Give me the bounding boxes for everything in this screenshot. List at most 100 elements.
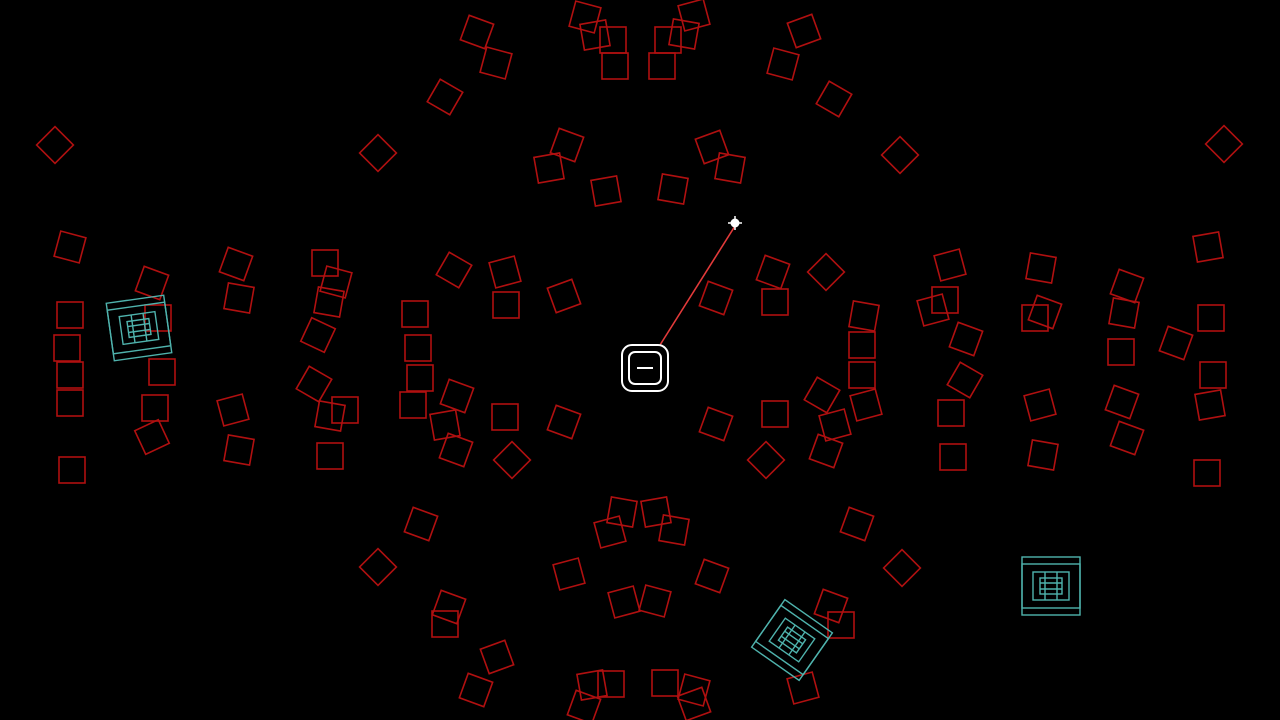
red-block bbox=[640, 496, 672, 528]
red-block bbox=[133, 418, 171, 456]
red-block bbox=[593, 515, 627, 549]
red-block bbox=[948, 321, 984, 357]
red-block bbox=[492, 440, 532, 480]
red-block bbox=[657, 173, 689, 205]
red-block bbox=[761, 400, 789, 428]
red-block bbox=[803, 376, 841, 414]
red-block bbox=[698, 406, 734, 442]
red-block bbox=[1027, 294, 1063, 330]
red-block bbox=[479, 639, 515, 675]
red-block bbox=[1204, 124, 1244, 164]
red-block bbox=[35, 125, 75, 165]
red-block bbox=[568, 0, 602, 34]
red-block bbox=[931, 286, 959, 314]
red-block bbox=[606, 496, 638, 528]
crosshair-icon bbox=[728, 216, 742, 230]
red-block bbox=[53, 334, 81, 362]
red-block bbox=[295, 365, 333, 403]
red-block bbox=[426, 78, 464, 116]
red-block bbox=[597, 670, 625, 698]
red-block bbox=[458, 672, 494, 708]
red-block bbox=[668, 18, 700, 50]
red-block bbox=[316, 442, 344, 470]
red-block bbox=[815, 80, 853, 118]
red-block bbox=[314, 400, 346, 432]
red-block bbox=[491, 403, 519, 431]
player-ship-icon bbox=[621, 344, 669, 392]
red-block bbox=[714, 152, 746, 184]
red-block bbox=[358, 547, 398, 587]
red-block bbox=[648, 52, 676, 80]
red-block bbox=[431, 610, 459, 638]
red-block bbox=[403, 506, 439, 542]
red-block bbox=[755, 254, 791, 290]
red-block bbox=[933, 248, 967, 282]
red-block bbox=[916, 293, 950, 327]
red-block bbox=[223, 434, 255, 466]
red-block bbox=[658, 514, 690, 546]
red-block bbox=[839, 506, 875, 542]
red-block bbox=[313, 286, 345, 318]
red-block bbox=[53, 230, 87, 264]
red-block bbox=[880, 135, 920, 175]
red-block bbox=[459, 14, 495, 50]
red-block bbox=[546, 404, 582, 440]
red-block bbox=[786, 13, 822, 49]
red-block bbox=[1107, 338, 1135, 366]
red-block bbox=[148, 358, 176, 386]
red-block bbox=[761, 288, 789, 316]
red-block bbox=[439, 378, 475, 414]
red-block bbox=[698, 280, 734, 316]
red-block bbox=[1025, 252, 1057, 284]
red-block bbox=[1194, 389, 1226, 421]
red-block bbox=[1197, 304, 1225, 332]
red-block bbox=[882, 548, 922, 588]
crate-icon bbox=[1021, 556, 1081, 616]
crate-icon bbox=[750, 598, 834, 682]
red-block bbox=[406, 364, 434, 392]
red-block bbox=[218, 246, 254, 282]
red-block-field bbox=[35, 0, 1244, 720]
red-block bbox=[141, 394, 169, 422]
red-block bbox=[651, 669, 679, 697]
red-block bbox=[549, 127, 585, 163]
red-block bbox=[813, 588, 849, 624]
red-block bbox=[1193, 459, 1221, 487]
red-block bbox=[58, 456, 86, 484]
red-block bbox=[566, 689, 602, 720]
red-block bbox=[56, 361, 84, 389]
red-block bbox=[599, 26, 627, 54]
red-block bbox=[849, 388, 883, 422]
red-block bbox=[946, 361, 984, 399]
red-block bbox=[766, 47, 800, 81]
red-block bbox=[319, 265, 353, 299]
red-block bbox=[1158, 325, 1194, 361]
red-block bbox=[638, 584, 672, 618]
red-block bbox=[546, 278, 582, 314]
red-block bbox=[399, 391, 427, 419]
red-block bbox=[1109, 420, 1145, 456]
enemy-group bbox=[105, 294, 1081, 682]
red-block bbox=[533, 152, 565, 184]
red-block bbox=[848, 361, 876, 389]
red-block bbox=[488, 255, 522, 289]
red-block bbox=[746, 440, 786, 480]
red-block bbox=[216, 393, 250, 427]
red-block bbox=[1192, 231, 1224, 263]
red-block bbox=[358, 133, 398, 173]
red-block bbox=[431, 589, 467, 625]
red-block bbox=[1021, 304, 1049, 332]
red-block bbox=[786, 671, 820, 705]
red-block bbox=[1104, 384, 1140, 420]
red-block bbox=[677, 0, 711, 32]
red-block bbox=[694, 558, 730, 594]
red-block bbox=[223, 282, 255, 314]
red-block bbox=[607, 585, 641, 619]
game-canvas[interactable] bbox=[0, 0, 1280, 720]
red-block bbox=[939, 443, 967, 471]
red-block bbox=[1027, 439, 1059, 471]
red-block bbox=[404, 334, 432, 362]
red-block bbox=[937, 399, 965, 427]
red-block bbox=[56, 301, 84, 329]
red-block bbox=[56, 389, 84, 417]
